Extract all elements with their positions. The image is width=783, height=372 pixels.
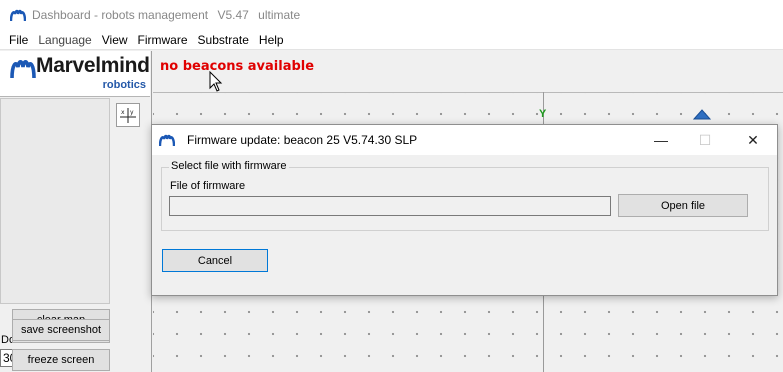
window-title: Dashboard - robots management V5.47 ulti…: [32, 8, 300, 22]
side-view-panel[interactable]: [0, 98, 110, 304]
menu-help[interactable]: Help: [254, 33, 289, 47]
firmware-update-dialog: Firmware update: beacon 25 V5.74.30 SLP …: [151, 124, 778, 296]
file-of-firmware-label: File of firmware: [170, 180, 246, 192]
beacon-marker-icon: [693, 109, 711, 120]
group-title: Select file with firmware: [169, 160, 289, 172]
logo-name: Marvelmind: [36, 54, 150, 77]
firmware-file-field[interactable]: [169, 196, 611, 216]
menu-substrate[interactable]: Substrate: [193, 33, 254, 47]
dialog-titlebar: Firmware update: beacon 25 V5.74.30 SLP …: [152, 125, 777, 155]
svg-text:x: x: [121, 109, 125, 116]
status-message: no beacons available: [160, 59, 315, 74]
menu-firmware[interactable]: Firmware: [133, 33, 193, 47]
menu-file[interactable]: File: [4, 33, 33, 47]
logo: Marvelmind robotics: [0, 51, 150, 97]
marvelmind-logo-icon: [159, 132, 175, 148]
save-screenshot-button[interactable]: save screenshot: [12, 319, 110, 341]
y-axis-label: Y: [539, 108, 547, 120]
close-icon[interactable]: ✕: [731, 125, 775, 155]
mouse-cursor-icon: [209, 71, 223, 92]
firmware-file-group: Select file with firmware File of firmwa…: [161, 160, 769, 231]
svg-text:y: y: [130, 109, 134, 116]
minimize-icon[interactable]: —: [639, 125, 683, 155]
window-titlebar: Dashboard - robots management V5.47 ulti…: [0, 0, 783, 30]
cancel-button[interactable]: Cancel: [162, 249, 268, 272]
maximize-icon[interactable]: ☐: [683, 125, 727, 155]
open-file-button[interactable]: Open file: [618, 194, 748, 217]
window-version: V5.47: [217, 8, 249, 22]
menu-bar: File Language View Firmware Substrate He…: [0, 30, 783, 50]
dialog-title: Firmware update: beacon 25 V5.74.30 SLP: [187, 133, 418, 147]
logo-subtitle: robotics: [102, 79, 146, 91]
marvelmind-brand-icon: [10, 59, 36, 79]
window-edition: ultimate: [258, 8, 301, 22]
window-title-text: Dashboard - robots management: [32, 8, 209, 22]
marvelmind-logo-icon: [10, 7, 26, 23]
axes-toggle-button[interactable]: x y: [116, 103, 140, 127]
xy-axes-icon: x y: [120, 108, 136, 123]
freeze-screen-button[interactable]: freeze screen: [12, 349, 110, 371]
menu-language[interactable]: Language: [33, 33, 96, 47]
menu-view[interactable]: View: [97, 33, 133, 47]
